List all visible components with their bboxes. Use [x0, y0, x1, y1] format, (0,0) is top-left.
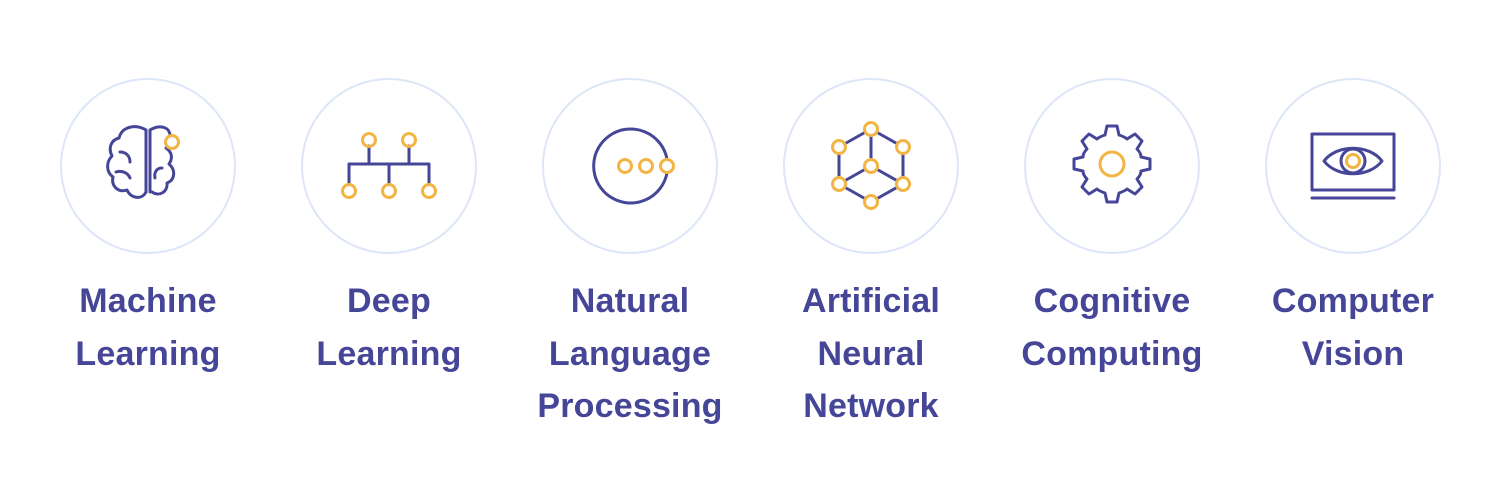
topic-label: Computer Vision	[1233, 275, 1473, 380]
topic-label-line: Computing	[1021, 334, 1203, 373]
hexagon-network-icon	[831, 121, 911, 210]
topic-label-line: Vision	[1301, 334, 1405, 373]
topic-label-line: Natural	[570, 282, 690, 320]
topic-label: Deep Learning	[269, 275, 509, 380]
topic-label-line: Language	[548, 334, 712, 373]
icon-circle	[542, 78, 718, 254]
icon-circle	[301, 78, 477, 254]
eye-monitor-icon	[1310, 132, 1396, 200]
topic-label: Machine Learning	[28, 275, 268, 380]
icon-circle	[60, 78, 236, 254]
topic-label-line: Neural	[817, 334, 925, 373]
gear-icon	[1072, 124, 1152, 204]
topic-label-line: Computer	[1271, 282, 1435, 320]
hierarchy-network-icon	[341, 132, 437, 199]
topic-label-line: Learning	[75, 334, 221, 373]
topic-label: Artificial Neural Network	[751, 275, 991, 433]
icon-circle	[1265, 78, 1441, 254]
ai-topics-row: Machine Learning Deep Learning Natural L…	[0, 0, 1501, 501]
topic-label-line: Learning	[316, 334, 462, 373]
brain-icon	[106, 125, 180, 199]
topic-label: Natural Language Processing	[510, 275, 750, 433]
speech-bubble-icon	[592, 127, 675, 205]
topic-label-line: Cognitive	[1033, 282, 1191, 320]
icon-circle	[783, 78, 959, 254]
topic-label: Cognitive Computing	[992, 275, 1232, 380]
topic-label-line: Deep	[347, 282, 431, 320]
icon-circle	[1024, 78, 1200, 254]
topic-label-line: Processing	[537, 387, 723, 425]
topic-label-line: Network	[803, 387, 939, 425]
topic-label-line: Artificial	[801, 282, 941, 320]
topic-label-line: Machine	[79, 282, 217, 320]
